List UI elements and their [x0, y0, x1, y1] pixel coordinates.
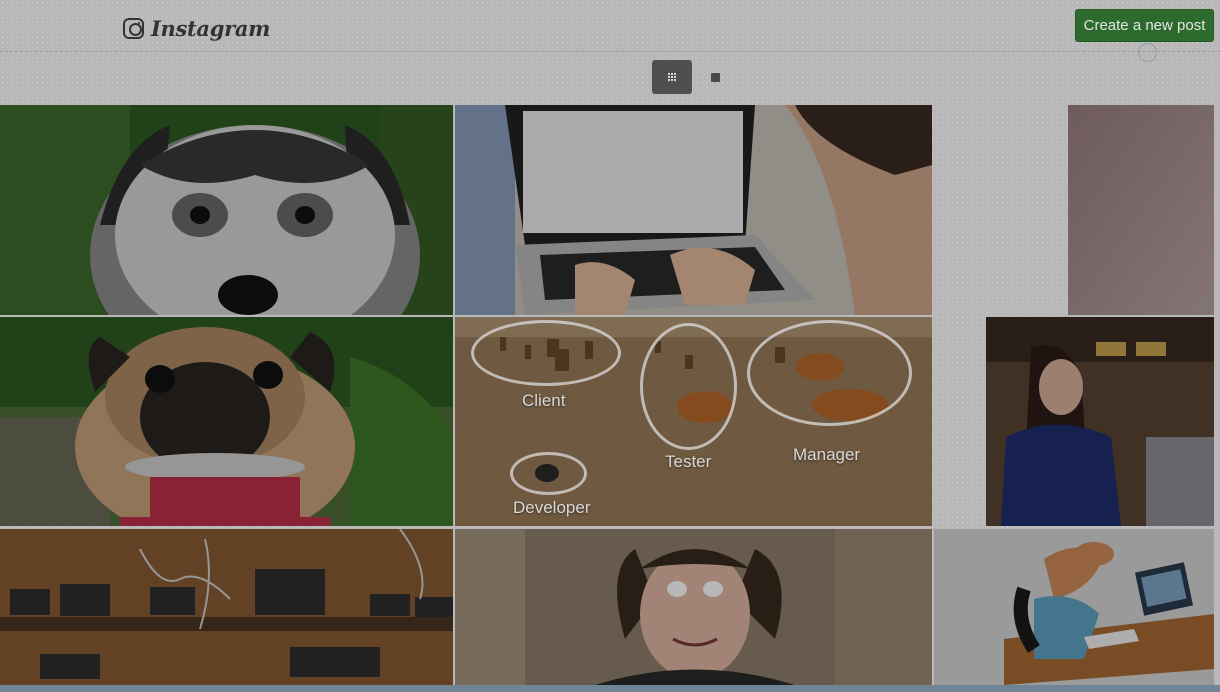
photo-tile-husky-puppy[interactable] [0, 105, 453, 315]
photo-tile-tigers-diagram[interactable]: Client Tester Manager Developer [455, 317, 932, 526]
developer-label: Developer [513, 498, 591, 517]
top-bar: Instagram Create a new post [0, 0, 1220, 52]
photo-tile-laptop-typing[interactable] [455, 105, 932, 315]
loading-spinner-icon [1138, 43, 1157, 62]
photo-tile-woman-smiling[interactable] [986, 317, 1214, 526]
photo-tile-cartoon-desk[interactable] [934, 529, 1214, 685]
taskbar [0, 685, 1220, 692]
grid-view-button[interactable] [652, 60, 692, 94]
tester-ellipse [640, 323, 737, 450]
photo-tile-pug-on-scale[interactable] [0, 317, 453, 526]
square-icon[interactable] [711, 72, 720, 82]
manager-label: Manager [793, 445, 861, 464]
grid-icon [668, 73, 676, 81]
client-label: Client [522, 391, 566, 410]
developer-ellipse [510, 452, 587, 495]
camera-icon [123, 17, 144, 39]
photo-tile-phones-charging[interactable] [0, 529, 453, 685]
logo-text: Instagram [151, 15, 271, 41]
photo-tile-funny-face-girl[interactable] [455, 529, 932, 685]
view-toggle [652, 60, 720, 94]
create-post-button[interactable]: Create a new post [1075, 9, 1214, 42]
client-ellipse [471, 320, 621, 386]
manager-ellipse [747, 320, 912, 426]
tester-label: Tester [665, 452, 712, 471]
photo-tile-partial-pink[interactable] [1068, 105, 1214, 315]
instagram-logo[interactable]: Instagram [123, 14, 270, 42]
